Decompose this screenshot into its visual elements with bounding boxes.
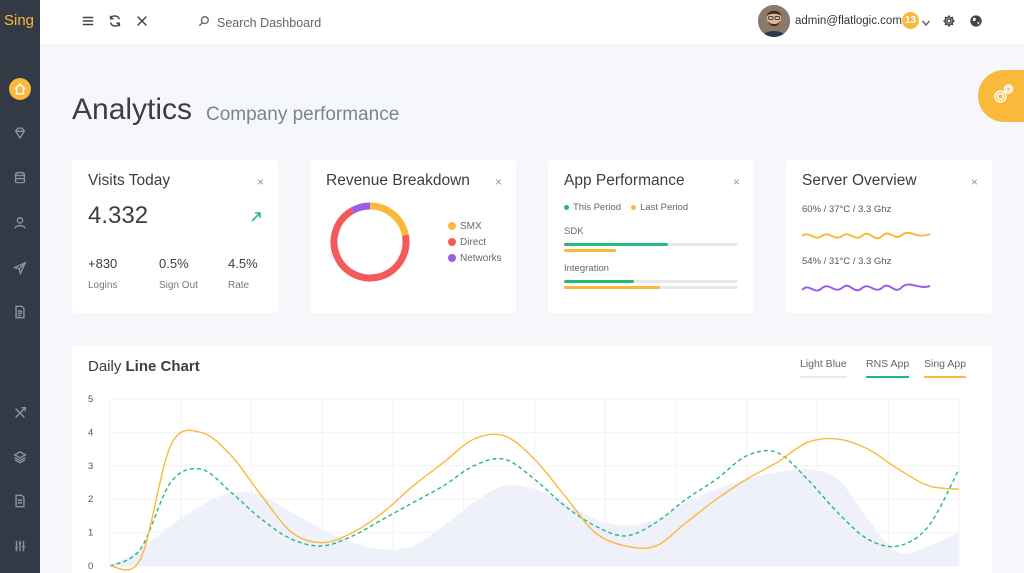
perf-label-sdk: SDK	[564, 226, 584, 237]
sdk-this-bar	[564, 243, 738, 246]
y-tick-label: 5	[88, 394, 93, 405]
notification-badge[interactable]: 13	[902, 12, 919, 29]
chevron-down-icon[interactable]	[921, 15, 931, 27]
settings-toggle[interactable]	[978, 70, 1024, 122]
legend-sing-app[interactable]: Sing App	[924, 358, 967, 378]
stat-label: Sign Out	[159, 280, 198, 291]
y-tick-label: 2	[88, 494, 93, 505]
visits-value: 4.332	[88, 202, 149, 229]
server-stat-2: 54% / 31°C / 3.3 Ghz	[802, 256, 892, 267]
server-sparkline-2	[802, 283, 931, 292]
legend-label: SMX	[460, 220, 482, 232]
legend-label: Direct	[460, 236, 487, 248]
search-icon	[198, 14, 210, 32]
sdk-last-bar	[564, 249, 738, 252]
file-icon[interactable]	[10, 491, 30, 511]
legend-item-smx: SMX	[448, 218, 502, 234]
card-title: Server Overview	[802, 172, 917, 189]
integration-this-bar	[564, 280, 738, 283]
search-input[interactable]	[217, 16, 377, 30]
menu-icon[interactable]	[80, 13, 96, 29]
sidebar: Sing	[0, 0, 40, 573]
send-icon[interactable]	[10, 258, 30, 278]
stat-label: Logins	[88, 280, 118, 291]
page-subtitle: Company performance	[206, 104, 400, 125]
chart-title: Daily Line Chart	[88, 358, 200, 375]
legend-last-period: Last Period	[631, 202, 688, 213]
refresh-icon[interactable]	[107, 13, 123, 29]
y-tick-label: 3	[88, 461, 93, 472]
card-title: Visits Today	[88, 172, 171, 189]
legend-dot	[448, 238, 456, 246]
document-icon[interactable]	[10, 302, 30, 322]
y-tick-label: 4	[88, 427, 93, 438]
user-email[interactable]: admin@flatlogic.com	[795, 15, 902, 27]
legend-light-blue[interactable]: Light Blue	[800, 358, 847, 378]
legend-dot	[448, 222, 456, 230]
trend-up-icon	[250, 210, 262, 222]
legend-item-direct: Direct	[448, 234, 502, 250]
close-icon[interactable]: ×	[495, 176, 502, 188]
card-title: App Performance	[564, 172, 685, 189]
sliders-icon[interactable]	[10, 536, 30, 556]
server-card: Server Overview × 60% / 37°C / 3.3 Ghz 5…	[786, 160, 992, 313]
visits-card: Visits Today × 4.332 +830 Logins 0.5% Si…	[72, 160, 278, 313]
top-header: admin@flatlogic.com 13	[40, 0, 1024, 44]
legend-label: Networks	[460, 252, 502, 264]
close-icon[interactable]: ×	[733, 176, 740, 188]
tools-icon[interactable]	[10, 403, 30, 423]
stat-value: +830	[88, 256, 118, 271]
gears-icon	[992, 82, 1016, 111]
page-title: Analytics	[72, 93, 193, 126]
donut-slice-networks	[350, 202, 371, 214]
performance-legend: This Period Last Period	[564, 202, 688, 213]
card-title: Revenue Breakdown	[326, 172, 470, 189]
home-icon[interactable]	[9, 78, 31, 100]
donut-slice-smx	[369, 202, 409, 237]
close-icon[interactable]: ×	[257, 176, 264, 188]
search-bar	[198, 14, 377, 32]
y-tick-label: 1	[88, 528, 93, 539]
perf-label-integration: Integration	[564, 263, 609, 274]
database-icon[interactable]	[10, 168, 30, 188]
layers-icon[interactable]	[10, 447, 30, 467]
y-tick-label: 0	[88, 561, 93, 572]
server-sparkline-1	[802, 231, 931, 240]
revenue-legend: SMX Direct Networks	[448, 218, 502, 266]
stat-label: Rate	[228, 280, 250, 291]
diamond-icon[interactable]	[10, 123, 30, 143]
user-icon[interactable]	[10, 213, 30, 233]
legend-this-period: This Period	[564, 202, 621, 213]
server-stat-1: 60% / 37°C / 3.3 Ghz	[802, 204, 892, 215]
stat-logins: +830 Logins	[88, 256, 117, 291]
revenue-card: Revenue Breakdown × SMX Direct Networks	[310, 160, 516, 313]
avatar[interactable]	[758, 5, 790, 37]
gear-icon[interactable]	[941, 13, 957, 29]
revenue-donut	[330, 202, 410, 282]
stat-value: 4.5%	[228, 256, 258, 271]
daily-line-chart: 0 1 2 3 4 5	[88, 394, 960, 572]
close-icon[interactable]	[134, 13, 150, 29]
legend-rns-app[interactable]: RNS App	[866, 358, 910, 378]
legend-dot	[448, 254, 456, 262]
brand-logo[interactable]: Sing	[0, 0, 40, 42]
close-icon[interactable]: ×	[971, 176, 978, 188]
integration-last-bar	[564, 286, 738, 289]
globe-icon[interactable]	[968, 13, 984, 29]
stat-rate: 4.5% Rate	[228, 256, 258, 291]
line-chart-card: Daily Line Chart Light Blue RNS App Sing…	[72, 346, 992, 573]
stat-value: 0.5%	[159, 256, 189, 271]
app-performance-card: App Performance × This Period Last Perio…	[548, 160, 754, 313]
stat-signout: 0.5% Sign Out	[159, 256, 198, 291]
legend-item-networks: Networks	[448, 250, 502, 266]
